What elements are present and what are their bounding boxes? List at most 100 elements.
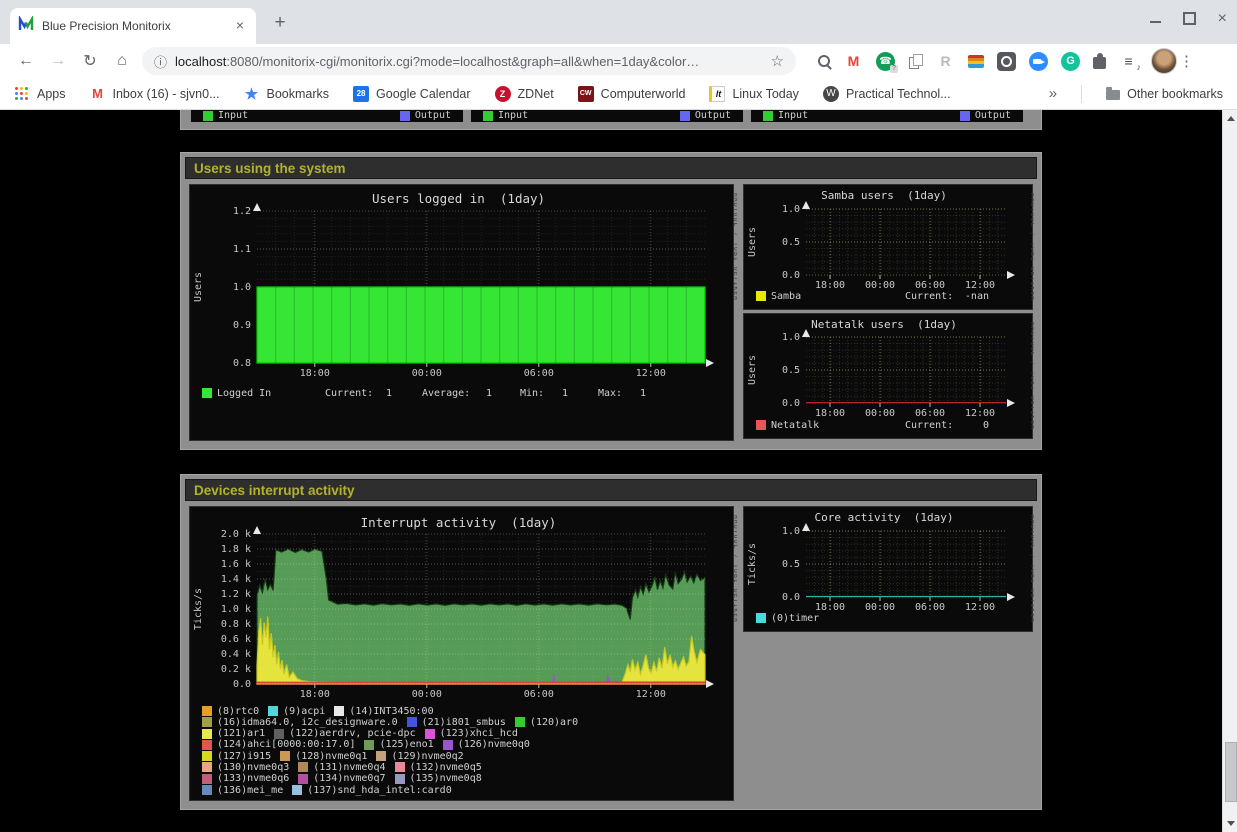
svg-text:00:00: 00:00 bbox=[865, 408, 895, 419]
svg-text:0.9: 0.9 bbox=[233, 320, 251, 331]
keeper-icon[interactable] bbox=[997, 52, 1016, 71]
legend-swatch bbox=[202, 717, 212, 727]
new-tab-button[interactable]: + bbox=[268, 12, 292, 34]
svg-text:Users: Users bbox=[193, 272, 204, 302]
legend-item: (131)nvme0q4 bbox=[298, 762, 385, 773]
legend-item: (128)nvme0q1 bbox=[280, 751, 367, 762]
scroll-up-icon[interactable] bbox=[1227, 116, 1235, 121]
bookmarks-overflow-icon[interactable]: » bbox=[1049, 85, 1057, 102]
bookmark-zdnet[interactable]: ZZDNet bbox=[495, 86, 554, 102]
svg-text:2.0 k: 2.0 k bbox=[221, 529, 251, 540]
other-bookmarks[interactable]: Other bookmarks bbox=[1106, 87, 1223, 101]
legend-text: 1 bbox=[562, 388, 568, 399]
chart-netatalk-users[interactable]: 1.00.50.018:0000:0006:0012:00Netatalk us… bbox=[743, 313, 1033, 439]
forward-icon[interactable]: → bbox=[46, 49, 70, 73]
legend-swatch bbox=[292, 785, 302, 795]
legend-item: (135)nvme0q8 bbox=[395, 773, 482, 784]
legend-item: (129)nvme0q2 bbox=[376, 751, 463, 762]
scroll-down-icon[interactable] bbox=[1227, 821, 1235, 826]
partial-network-graph-2[interactable]: InputOutput bbox=[751, 110, 1023, 122]
section-users: Users using the system 1.21.11.00.90.818… bbox=[180, 152, 1042, 450]
svg-text:12:00: 12:00 bbox=[965, 602, 995, 613]
gmail-icon: M bbox=[90, 86, 106, 102]
svg-text:06:00: 06:00 bbox=[524, 368, 554, 379]
svg-text:1.4 k: 1.4 k bbox=[221, 574, 251, 585]
zoom-icon[interactable] bbox=[1029, 52, 1048, 71]
bookmark-practical-technol-[interactable]: WPractical Technol... bbox=[823, 86, 951, 102]
legend-row: (8)rtc0(9)acpi(14)INT3450:00 bbox=[202, 706, 729, 716]
r-icon[interactable]: R bbox=[936, 52, 955, 71]
page-info-icon[interactable]: ⓘ bbox=[154, 52, 167, 71]
chart-users-logged-in[interactable]: 1.21.11.00.90.818:0000:0006:0012:00Users… bbox=[189, 184, 734, 441]
address-bar[interactable]: ⓘ localhost:8080/monitorix-cgi/monitorix… bbox=[142, 47, 796, 75]
legend-text: Current: bbox=[325, 388, 373, 399]
section-title: Users using the system bbox=[194, 161, 346, 176]
legend-text: -nan bbox=[944, 291, 989, 302]
legend-row: (121)ar1(122)aerdrv, pcie-dpc(123)xhci_h… bbox=[202, 729, 729, 739]
bookmark-inbox-16-sjvn0-[interactable]: MInbox (16) - sjvn0... bbox=[90, 86, 220, 102]
bookmark-apps[interactable]: Apps bbox=[14, 86, 66, 102]
legend-swatch bbox=[425, 729, 435, 739]
legend-item: (136)mei_me bbox=[202, 785, 283, 796]
legend-swatch bbox=[298, 774, 308, 784]
legend-item: Input bbox=[483, 110, 528, 121]
playlist-icon[interactable]: ≡ bbox=[1119, 52, 1138, 71]
partial-network-graph-1[interactable]: InputOutput bbox=[471, 110, 743, 122]
browser-menu-icon[interactable]: ⋮ bbox=[1179, 52, 1194, 70]
svg-text:18:00: 18:00 bbox=[815, 408, 845, 419]
profile-avatar[interactable] bbox=[1151, 48, 1177, 74]
legend-item: Input bbox=[203, 110, 248, 121]
chart-samba-users[interactable]: 1.00.50.018:0000:0006:0012:00Samba users… bbox=[743, 184, 1033, 310]
legend-swatch bbox=[202, 774, 212, 784]
legend-swatch bbox=[298, 762, 308, 772]
svg-text:Ticks/s: Ticks/s bbox=[747, 543, 758, 585]
puzzle-icon[interactable] bbox=[1093, 57, 1106, 69]
chart-interrupt-activity[interactable]: 2.0 k1.8 k1.6 k1.4 k1.2 k1.0 k0.8 k0.6 k… bbox=[189, 506, 734, 801]
gmail-icon[interactable]: M bbox=[844, 52, 863, 71]
monitorix-favicon bbox=[18, 16, 34, 37]
window-close-icon[interactable]: × bbox=[1218, 13, 1227, 25]
svg-text:12:00: 12:00 bbox=[965, 408, 995, 419]
copy-icon[interactable] bbox=[908, 54, 923, 69]
maximize-icon[interactable] bbox=[1183, 12, 1196, 25]
back-icon[interactable]: ← bbox=[14, 49, 38, 73]
legend-text: Average: bbox=[422, 388, 470, 399]
section-title: Devices interrupt activity bbox=[194, 483, 355, 498]
minimize-icon[interactable] bbox=[1150, 21, 1161, 23]
browser-tab[interactable]: Blue Precision Monitorix × bbox=[10, 8, 256, 44]
chart-core-activity[interactable]: 1.00.50.018:0000:0006:0012:00Core activi… bbox=[743, 506, 1033, 632]
bookmark-google-calendar[interactable]: 28Google Calendar bbox=[353, 86, 471, 102]
legend-swatch bbox=[395, 762, 405, 772]
bookmark-star-icon[interactable]: ☆ bbox=[771, 52, 784, 70]
svg-text:Ticks/s: Ticks/s bbox=[193, 588, 204, 630]
svg-text:12:00: 12:00 bbox=[965, 280, 995, 291]
tab-close-icon[interactable]: × bbox=[232, 18, 248, 34]
legend-item: (125)eno1 bbox=[364, 739, 433, 750]
svg-text:0.5: 0.5 bbox=[782, 237, 800, 248]
svg-text:1.0: 1.0 bbox=[233, 282, 251, 293]
legend-text: 1 bbox=[640, 388, 646, 399]
legend-swatch bbox=[756, 420, 766, 432]
phone-icon[interactable]: ☎ bbox=[876, 52, 895, 71]
books-icon[interactable] bbox=[968, 55, 984, 68]
svg-text:RRDTOOL / TOBI OETIKER: RRDTOOL / TOBI OETIKER bbox=[732, 515, 737, 623]
svg-text:Interrupt activity (1day): Interrupt activity (1day) bbox=[361, 515, 557, 530]
bookmark-linux-today[interactable]: ltLinux Today bbox=[709, 86, 799, 102]
svg-text:1.0: 1.0 bbox=[782, 526, 800, 537]
svg-text:Netatalk users (1day): Netatalk users (1day) bbox=[811, 318, 957, 331]
svg-text:0.0: 0.0 bbox=[782, 270, 800, 281]
search-icon[interactable] bbox=[818, 55, 831, 68]
partial-network-graph-0[interactable]: InputOutput bbox=[191, 110, 463, 122]
legend-swatch bbox=[443, 740, 453, 750]
bookmark-bookmarks[interactable]: ★Bookmarks bbox=[244, 86, 330, 102]
bookmark-computerworld[interactable]: CWComputerworld bbox=[578, 86, 686, 102]
svg-text:06:00: 06:00 bbox=[915, 408, 945, 419]
home-icon[interactable]: ⌂ bbox=[110, 49, 134, 73]
svg-text:RRDTOOL / TOBI OETIKER: RRDTOOL / TOBI OETIKER bbox=[732, 193, 737, 301]
svg-text:1.2 k: 1.2 k bbox=[221, 589, 251, 600]
scrollbar-thumb[interactable] bbox=[1225, 742, 1237, 802]
svg-text:Users: Users bbox=[747, 355, 758, 385]
scrollbar[interactable] bbox=[1222, 110, 1237, 832]
grammarly-icon[interactable]: G bbox=[1061, 52, 1080, 71]
reload-icon[interactable]: ↻ bbox=[78, 49, 102, 73]
